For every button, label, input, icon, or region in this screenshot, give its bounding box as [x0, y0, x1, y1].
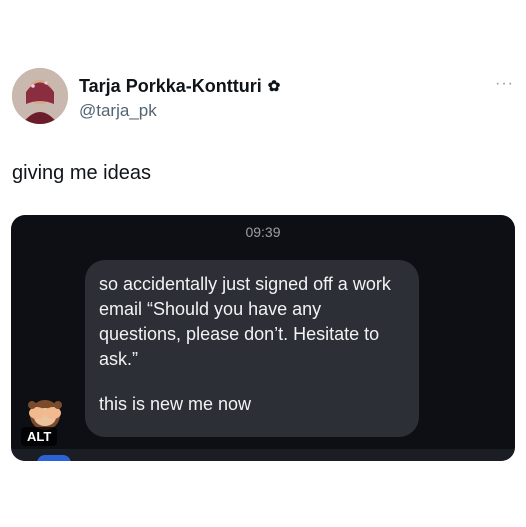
alt-text-badge[interactable]: ALT [21, 427, 58, 446]
flower-icon: ✿ [267, 78, 281, 95]
author-name-text[interactable]: Tarja Porkka-Kontturi [79, 76, 262, 97]
message-text-2: this is new me now [99, 394, 252, 414]
partial-avatar [37, 455, 71, 461]
post-header: Tarja Porkka-Kontturi ✿ @tarja_pk [12, 68, 512, 128]
see-no-evil-monkey-icon [25, 393, 65, 431]
post-media-image[interactable]: 09:39 so accidentally just signed off a … [11, 215, 515, 461]
author-display-name[interactable]: Tarja Porkka-Kontturi ✿ [79, 76, 280, 97]
author-handle[interactable]: @tarja_pk [79, 101, 280, 121]
post-text: giving me ideas [12, 162, 151, 184]
message-bubble: so accidentally just signed off a work e… [85, 260, 419, 437]
avatar[interactable] [12, 68, 68, 124]
media-bottom-strip [11, 449, 515, 461]
more-horizontal-icon[interactable]: ··· [495, 76, 514, 92]
message-text-1: so accidentally just signed off a work e… [99, 274, 391, 369]
author-info: Tarja Porkka-Kontturi ✿ @tarja_pk [79, 76, 280, 121]
chat-timestamp: 09:39 [245, 224, 281, 240]
